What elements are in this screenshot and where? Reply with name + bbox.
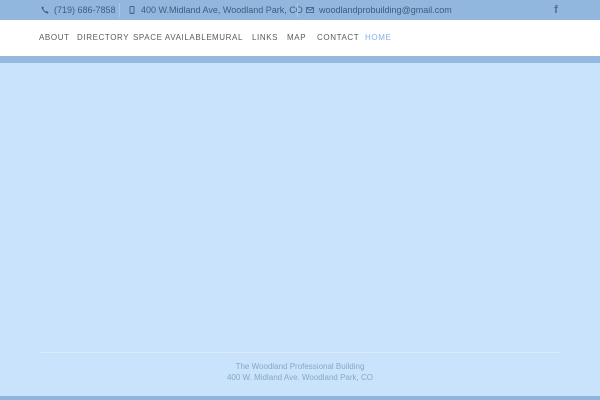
mobile-icon bbox=[129, 6, 135, 14]
nav-item-home[interactable]: HOME bbox=[365, 33, 391, 43]
envelope-icon bbox=[306, 7, 314, 13]
divider bbox=[297, 3, 298, 17]
nav-item-contact[interactable]: CONTACT bbox=[317, 33, 359, 43]
email-text: woodlandprobuilding@gmail.com bbox=[319, 5, 452, 15]
address-text: 400 W.Midland Ave, Woodland Park, CO bbox=[141, 5, 303, 15]
nav-item-space-available[interactable]: SPACE AVAILABLE bbox=[133, 33, 212, 43]
phone-contact[interactable]: (719) 686-7858 bbox=[41, 4, 116, 16]
email-contact[interactable]: woodlandprobuilding@gmail.com bbox=[306, 4, 452, 16]
nav-item-directory[interactable]: DIRECTORY bbox=[77, 33, 129, 43]
footer-address: 400 W. Midland Ave. Woodland Park, CO bbox=[226, 373, 373, 382]
nav-item-mural[interactable]: MURAL bbox=[212, 33, 243, 43]
phone-icon bbox=[41, 6, 49, 14]
nav-item-links[interactable]: LINKS bbox=[252, 33, 278, 43]
phone-text: (719) 686-7858 bbox=[54, 5, 116, 15]
footer-building-name: The Woodland Professional Building bbox=[235, 362, 365, 371]
bottom-bar bbox=[0, 396, 600, 400]
footer-divider bbox=[40, 352, 560, 353]
main-navigation: ABOUT DIRECTORY SPACE AVAILABLE MURAL LI… bbox=[0, 20, 600, 56]
nav-accent-stripe bbox=[0, 56, 600, 63]
facebook-icon[interactable]: f bbox=[552, 4, 560, 16]
address-contact[interactable]: 400 W.Midland Ave, Woodland Park, CO bbox=[128, 4, 303, 16]
nav-item-about[interactable]: ABOUT bbox=[39, 33, 70, 43]
divider bbox=[119, 3, 120, 17]
top-contact-bar: (719) 686-7858 400 W.Midland Ave, Woodla… bbox=[0, 0, 600, 20]
nav-item-map[interactable]: MAP bbox=[287, 33, 306, 43]
main-content-area bbox=[0, 63, 600, 353]
